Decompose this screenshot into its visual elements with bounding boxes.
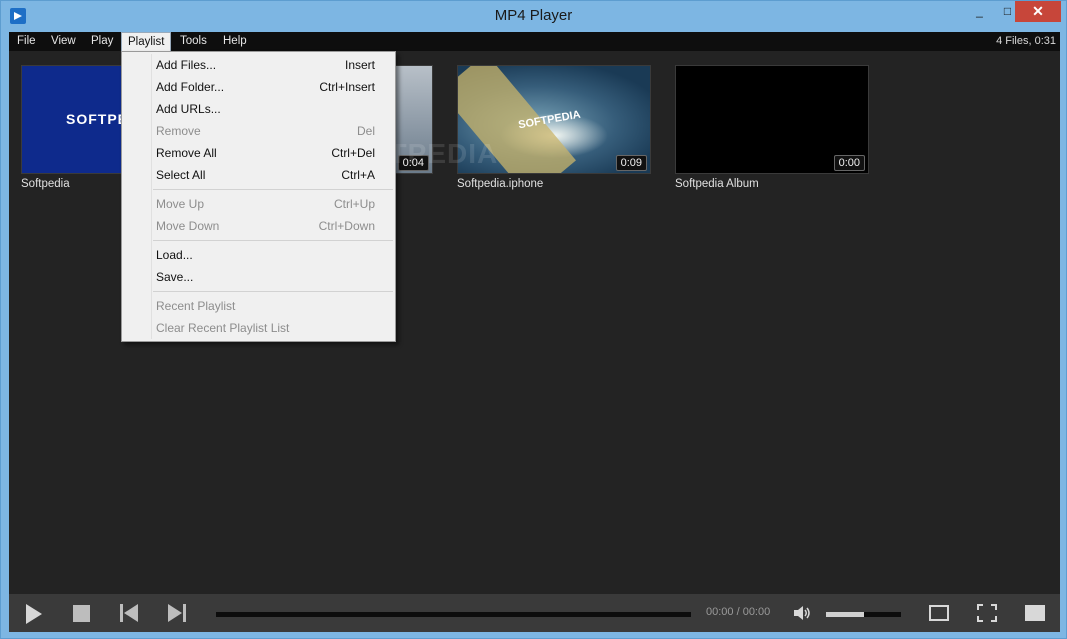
menu-item-label: Add Files... xyxy=(156,58,217,72)
menu-item-shortcut: Ctrl+Del xyxy=(331,146,375,160)
fullscreen-icon[interactable] xyxy=(977,604,997,625)
app-window: MP4 Player _ □ ✕ File View Play Playlist… xyxy=(0,0,1067,639)
volume-level xyxy=(826,612,864,617)
menu-add-folder[interactable]: Add Folder... Ctrl+Insert xyxy=(156,76,375,98)
menu-item-label: Load... xyxy=(156,248,193,262)
menu-select-all[interactable]: Select All Ctrl+A xyxy=(156,164,375,186)
menu-remove-all[interactable]: Remove All Ctrl+Del xyxy=(156,142,375,164)
minimize-button[interactable]: _ xyxy=(966,1,993,22)
volume-icon[interactable] xyxy=(794,605,812,624)
menu-separator xyxy=(153,240,393,241)
stop-icon[interactable] xyxy=(73,605,90,625)
duration-badge: 0:00 xyxy=(833,155,865,171)
playlist-menu-dropdown: Add Files... Insert Add Folder... Ctrl+I… xyxy=(121,51,396,342)
menu-add-files[interactable]: Add Files... Insert xyxy=(156,54,375,76)
video-thumbnail[interactable]: 0:00 xyxy=(675,65,869,174)
menu-item-shortcut: Ctrl+Up xyxy=(333,197,375,211)
video-title: Softpedia.iphone xyxy=(457,178,544,190)
menu-item-label: Clear Recent Playlist List xyxy=(156,321,290,335)
menu-item-shortcut: Ctrl+Down xyxy=(318,219,375,233)
menu-bar: File View Play Playlist Tools Help 4 Fil… xyxy=(9,32,1060,51)
menu-item-label: Add Folder... xyxy=(156,80,225,94)
menu-item-shortcut: Del xyxy=(356,124,375,138)
menu-recent-playlist[interactable]: Recent Playlist xyxy=(156,295,375,317)
playlist-toggle-icon[interactable] xyxy=(1025,605,1045,624)
menu-view[interactable]: View xyxy=(51,32,76,51)
playback-controls: 00:00 / 00:00 xyxy=(9,594,1060,632)
menu-file[interactable]: File xyxy=(17,32,36,51)
time-display: 00:00 / 00:00 xyxy=(706,606,771,618)
menu-move-up[interactable]: Move Up Ctrl+Up xyxy=(156,193,375,215)
menu-save[interactable]: Save... xyxy=(156,266,375,288)
menu-item-label: Remove xyxy=(156,124,201,138)
menu-move-down[interactable]: Move Down Ctrl+Down xyxy=(156,215,375,237)
thumbnail-logo: SOFTPE xyxy=(66,111,129,127)
volume-slider[interactable] xyxy=(826,612,901,617)
video-title: Softpedia Album xyxy=(675,178,759,190)
window-title: MP4 Player xyxy=(494,7,573,24)
playlist-summary: 4 Files, 0:31 xyxy=(996,35,1056,47)
menu-item-label: Save... xyxy=(156,270,194,284)
previous-icon[interactable] xyxy=(119,604,139,625)
menu-add-urls[interactable]: Add URLs... xyxy=(156,98,375,120)
menu-remove[interactable]: Remove Del xyxy=(156,120,375,142)
next-icon[interactable] xyxy=(167,604,187,625)
seek-bar[interactable] xyxy=(216,612,691,617)
menu-load[interactable]: Load... xyxy=(156,244,375,266)
menu-item-label: Select All xyxy=(156,168,206,182)
menu-item-shortcut: Ctrl+A xyxy=(341,168,375,182)
menu-item-label: Recent Playlist xyxy=(156,299,236,313)
menu-play[interactable]: Play xyxy=(91,32,113,51)
menu-tools[interactable]: Tools xyxy=(180,32,207,51)
menu-separator xyxy=(153,291,393,292)
playlist-item[interactable]: 0:00 Softpedia Album xyxy=(675,65,869,190)
menu-clear-recent[interactable]: Clear Recent Playlist List xyxy=(156,317,375,339)
menu-item-shortcut: Ctrl+Insert xyxy=(319,80,375,94)
menu-item-label: Add URLs... xyxy=(156,102,221,116)
menu-separator xyxy=(153,189,393,190)
menu-playlist[interactable]: Playlist xyxy=(121,32,172,51)
title-bar[interactable]: MP4 Player _ □ ✕ xyxy=(1,1,1066,32)
menu-item-label: Move Down xyxy=(156,219,220,233)
menu-gutter xyxy=(151,54,152,339)
menu-item-label: Remove All xyxy=(156,146,217,160)
window-mode-icon[interactable] xyxy=(929,605,949,624)
close-button[interactable]: ✕ xyxy=(1015,1,1061,22)
player-client-area: File View Play Playlist Tools Help 4 Fil… xyxy=(9,32,1060,632)
menu-item-shortcut: Insert xyxy=(344,58,375,72)
duration-badge: 0:09 xyxy=(615,155,647,171)
menu-item-label: Move Up xyxy=(156,197,205,211)
play-icon[interactable] xyxy=(24,603,44,628)
playlist-item[interactable]: SOFTPEDIA 0:09 Softpedia.iphone xyxy=(457,65,651,190)
menu-help[interactable]: Help xyxy=(223,32,247,51)
